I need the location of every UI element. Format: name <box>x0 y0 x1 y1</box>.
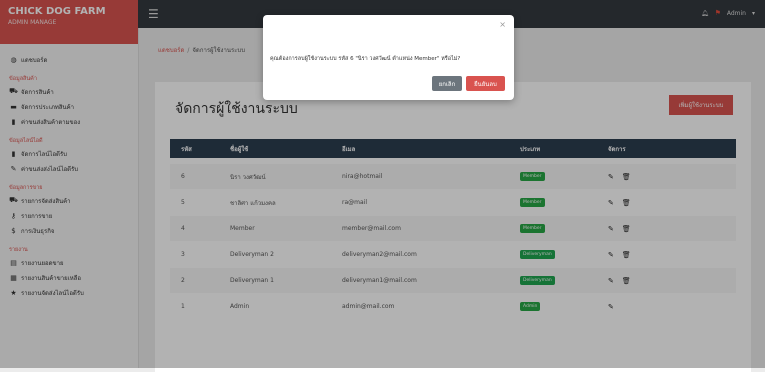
confirm-delete-button[interactable]: ยืนยันลบ <box>466 76 505 91</box>
cancel-button[interactable]: ยกเลิก <box>432 76 462 91</box>
dialog-message: คุณต้องการลบผู้ใช้งานระบบ รหัส 6 "นิรา ว… <box>270 56 461 62</box>
close-icon[interactable]: × <box>499 20 506 29</box>
delete-confirm-dialog: × คุณต้องการลบผู้ใช้งานระบบ รหัส 6 "นิรา… <box>263 15 514 100</box>
